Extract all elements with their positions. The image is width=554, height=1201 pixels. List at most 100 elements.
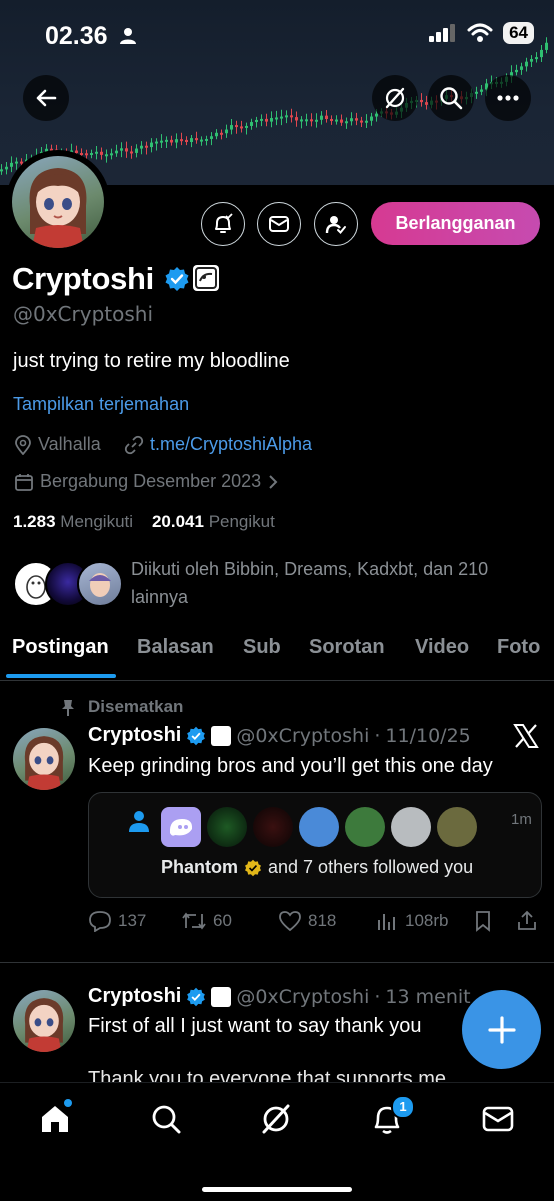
profile-name-text: Cryptoshi bbox=[12, 261, 154, 296]
wifi-icon bbox=[467, 23, 493, 42]
following-stat[interactable]: 1.283 Mengikuti bbox=[13, 512, 133, 531]
message-button[interactable] bbox=[257, 202, 301, 246]
calendar-icon bbox=[15, 473, 33, 491]
repost-icon bbox=[182, 912, 206, 930]
compose-post-button[interactable] bbox=[462, 990, 541, 1069]
post-avatar[interactable] bbox=[13, 990, 75, 1052]
person-icon bbox=[119, 28, 136, 44]
post-text: Keep grinding bros and you’ll get this o… bbox=[88, 755, 493, 777]
followers-you-know-avatars[interactable] bbox=[13, 561, 123, 607]
embedded-image-card[interactable]: 1m Phantom and 7 others followed you bbox=[88, 792, 542, 898]
envelope-icon bbox=[269, 216, 289, 232]
post-author-handle: @0xCryptoshi bbox=[236, 985, 370, 1008]
profile-handle: @0xCryptoshi bbox=[13, 302, 154, 326]
card-age: 1m bbox=[511, 811, 532, 828]
nav-home[interactable] bbox=[25, 1099, 85, 1139]
person-icon bbox=[129, 811, 149, 832]
card-text: Phantom and 7 others followed you bbox=[161, 857, 473, 878]
nav-notifications[interactable]: 1 bbox=[357, 1095, 417, 1139]
like-count: 818 bbox=[308, 911, 337, 930]
search-button[interactable] bbox=[428, 75, 474, 121]
follower-avatar bbox=[253, 807, 293, 847]
reply-count: 137 bbox=[118, 911, 147, 930]
follower-avatar bbox=[299, 807, 339, 847]
post-avatar[interactable] bbox=[13, 728, 75, 790]
nav-messages[interactable] bbox=[468, 1099, 528, 1139]
tab-photos[interactable]: Foto bbox=[497, 636, 540, 659]
grok-icon bbox=[262, 1104, 290, 1134]
location-pin-icon bbox=[15, 434, 31, 455]
card-rest-text: and 7 others followed you bbox=[268, 857, 474, 877]
affiliate-badge-icon bbox=[211, 986, 232, 1007]
notifications-badge: 1 bbox=[391, 1095, 415, 1119]
join-date-text: Bergabung Desember 2023 bbox=[40, 471, 262, 491]
bell-check-icon bbox=[215, 213, 233, 233]
profile-bio: just trying to retire my bloodline bbox=[13, 350, 290, 372]
post-time: 13 menit bbox=[385, 985, 471, 1008]
profile-link-text[interactable]: t.me/CryptoshiAlpha bbox=[150, 434, 312, 455]
verified-badge-icon bbox=[165, 267, 189, 291]
tab-subs[interactable]: Sub bbox=[243, 636, 281, 659]
follower-avatar bbox=[437, 807, 477, 847]
post-text-line-1: First of all I just want to say thank yo… bbox=[88, 1015, 422, 1037]
post-header: Cryptoshi @0xCryptoshi · 11/10/25 bbox=[88, 724, 471, 747]
grok-button[interactable] bbox=[372, 75, 418, 121]
arrow-left-icon bbox=[36, 89, 57, 107]
reply-button[interactable]: 137 bbox=[88, 910, 146, 932]
post-header: Cryptoshi @0xCryptoshi · 13 menit bbox=[88, 985, 471, 1008]
views-count: 108rb bbox=[405, 911, 449, 930]
back-button[interactable] bbox=[23, 75, 69, 121]
battery-indicator: 64 bbox=[503, 22, 534, 44]
tab-videos[interactable]: Video bbox=[415, 636, 469, 659]
avatar-illustration bbox=[29, 168, 87, 248]
search-icon bbox=[440, 87, 463, 110]
link-icon bbox=[124, 435, 144, 454]
follower-avatar bbox=[345, 807, 385, 847]
nav-search[interactable] bbox=[136, 1099, 196, 1139]
notify-bell-button[interactable] bbox=[201, 202, 245, 246]
post-author-name[interactable]: Cryptoshi bbox=[88, 985, 181, 1008]
grok-icon bbox=[385, 87, 405, 109]
search-icon bbox=[152, 1105, 181, 1134]
bookmark-icon[interactable] bbox=[472, 910, 494, 932]
more-dots-icon bbox=[497, 95, 519, 101]
views-button[interactable]: 108rb bbox=[375, 910, 448, 932]
cellular-signal-icon bbox=[429, 24, 456, 42]
post-author-name[interactable]: Cryptoshi bbox=[88, 724, 181, 747]
profile-link[interactable]: t.me/CryptoshiAlpha bbox=[124, 434, 312, 455]
reply-icon bbox=[89, 911, 111, 932]
status-time: 02.36 bbox=[45, 22, 137, 51]
follower-avatar bbox=[207, 807, 247, 847]
x-logo-icon bbox=[513, 724, 539, 748]
show-translation-link[interactable]: Tampilkan terjemahan bbox=[13, 394, 189, 415]
like-button[interactable]: 818 bbox=[278, 910, 336, 932]
plus-icon bbox=[487, 1015, 516, 1044]
join-date[interactable]: Bergabung Desember 2023 bbox=[14, 471, 279, 492]
subscribe-button[interactable]: Berlangganan bbox=[371, 202, 540, 245]
tab-posts[interactable]: Postingan bbox=[12, 636, 109, 659]
location-text: Valhalla bbox=[38, 434, 101, 454]
bottom-navigation: 1 bbox=[0, 1082, 554, 1201]
affiliate-badge-icon bbox=[193, 265, 219, 291]
tab-highlights[interactable]: Sorotan bbox=[309, 636, 385, 659]
nav-grok[interactable] bbox=[246, 1099, 306, 1139]
follower-avatar-3 bbox=[77, 561, 123, 607]
avatar[interactable] bbox=[12, 156, 104, 248]
followed-by-text[interactable]: Diikuti oleh Bibbin, Dreams, Kadxbt, dan… bbox=[131, 555, 531, 611]
active-tab-indicator bbox=[6, 674, 116, 678]
more-options-button[interactable] bbox=[485, 75, 531, 121]
chevron-right-icon bbox=[269, 474, 278, 489]
follower-avatar bbox=[391, 807, 431, 847]
phantom-logo-icon bbox=[161, 807, 201, 847]
heart-icon bbox=[279, 911, 301, 932]
home-indicator bbox=[202, 1187, 352, 1192]
tab-replies[interactable]: Balasan bbox=[137, 636, 214, 659]
following-button[interactable] bbox=[314, 202, 358, 246]
pinned-label: Disematkan bbox=[88, 697, 184, 716]
followers-stat[interactable]: 20.041 Pengikut bbox=[152, 512, 275, 531]
card-title: Phantom bbox=[161, 857, 239, 877]
share-icon[interactable] bbox=[516, 909, 538, 931]
dot-separator: · bbox=[374, 985, 381, 1008]
repost-button[interactable]: 60 bbox=[181, 910, 232, 932]
pin-icon bbox=[62, 700, 74, 716]
